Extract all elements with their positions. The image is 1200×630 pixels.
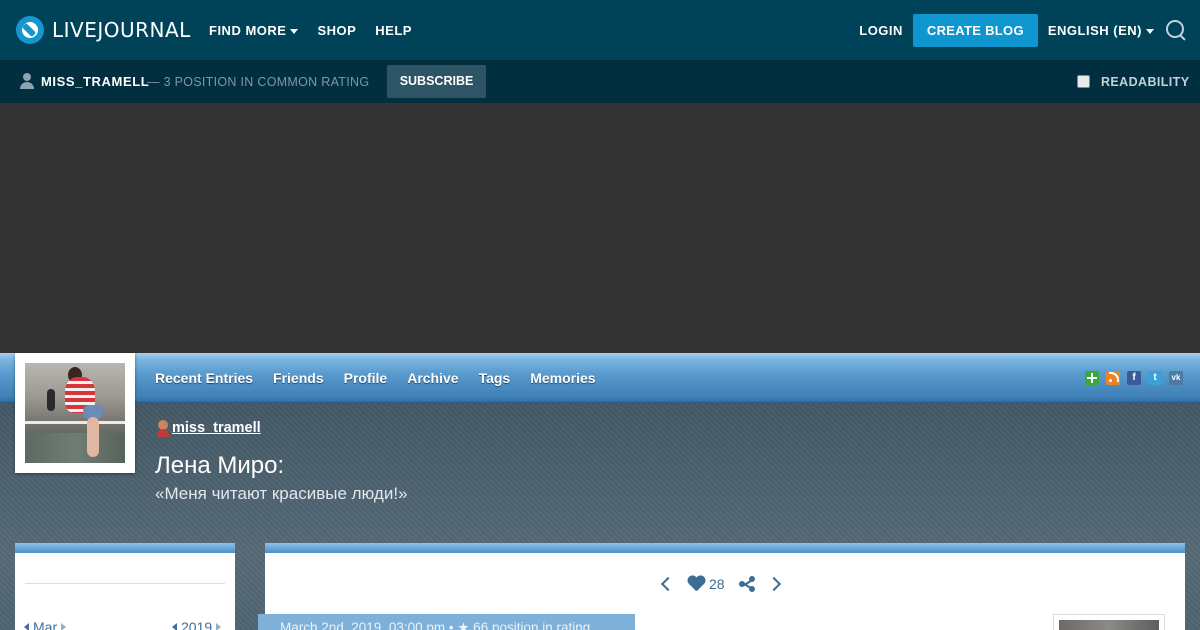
facebook-icon[interactable]: f xyxy=(1127,371,1141,385)
prev-month-icon[interactable] xyxy=(24,623,29,630)
next-month-icon[interactable] xyxy=(61,623,67,630)
sidebar-top-bar xyxy=(15,543,235,553)
next-entry-icon[interactable] xyxy=(766,576,781,592)
language-label: ENGLISH (EN) xyxy=(1047,22,1142,38)
livejournal-logo[interactable]: LIVEJOURNAL xyxy=(16,15,191,45)
journal-subtitle: «Меня читают красивые люди!» xyxy=(155,484,408,503)
nav-shop[interactable]: SHOP xyxy=(317,23,356,38)
user-tag[interactable]: miss_tramell xyxy=(155,419,261,437)
menu-archive[interactable]: Archive xyxy=(407,370,458,386)
menu-recent-entries[interactable]: Recent Entries xyxy=(155,370,253,386)
login-link[interactable]: LOGIN xyxy=(859,23,903,38)
journal-title: Лена Миро: xyxy=(155,452,285,479)
menu-profile[interactable]: Profile xyxy=(344,370,388,386)
thumbnail-image xyxy=(1059,620,1159,630)
language-selector[interactable]: ENGLISH (EN) xyxy=(1048,23,1154,38)
share-icon[interactable] xyxy=(738,576,755,592)
user-tag-name[interactable]: miss_tramell xyxy=(172,420,261,436)
chevron-down-icon xyxy=(290,28,299,34)
top-right-actions: LOGIN CREATE BLOG ENGLISH (EN) xyxy=(859,0,1200,60)
journal-subbar: MISS_TRAMELL — 3 POSITION IN COMMON RATI… xyxy=(0,60,1200,103)
entry-box: 28 March 2nd, 2019, 03:00 pm • ★ 66 posi… xyxy=(258,543,1185,630)
ad-banner-area xyxy=(0,103,1200,353)
like-button[interactable]: 28 xyxy=(687,576,725,592)
heart-icon xyxy=(687,576,705,592)
entry-meta-strip: March 2nd, 2019, 03:00 pm • ★ 66 positio… xyxy=(258,614,635,630)
create-blog-button[interactable]: CREATE BLOG xyxy=(912,13,1038,47)
nav-help[interactable]: HELP xyxy=(375,23,412,38)
previous-entry-icon[interactable] xyxy=(660,576,676,592)
calendar-month: Mar xyxy=(33,619,58,630)
journal-menu: Recent Entries Friends Profile Archive T… xyxy=(155,370,596,386)
entry-meta: March 2nd, 2019, 03:00 pm • ★ 66 positio… xyxy=(280,620,591,630)
menu-memories[interactable]: Memories xyxy=(530,370,595,386)
entry-top-bar xyxy=(265,543,1185,553)
user-head-icon xyxy=(155,419,171,437)
sidebar-calendar: Mar 2019 xyxy=(15,543,235,630)
nav-find-more-label: FIND MORE xyxy=(209,22,287,38)
main-nav: FIND MORE SHOP HELP xyxy=(209,0,412,60)
calendar-month-nav[interactable]: Mar xyxy=(24,619,67,630)
menu-friends[interactable]: Friends xyxy=(273,370,324,386)
top-navbar: LIVEJOURNAL FIND MORE SHOP HELP LOGIN CR… xyxy=(0,0,1200,60)
vk-icon[interactable]: vk xyxy=(1169,371,1183,385)
rss-icon[interactable] xyxy=(1106,371,1120,385)
readability-label[interactable]: READABILITY xyxy=(1101,75,1189,89)
livejournal-logo-icon xyxy=(16,16,44,44)
search-icon[interactable] xyxy=(1164,18,1188,42)
calendar-year: 2019 xyxy=(181,619,213,630)
entry-thumbnail[interactable] xyxy=(1053,614,1165,630)
journal-header: Recent Entries Friends Profile Archive T… xyxy=(0,353,1200,630)
calendar-year-nav[interactable]: 2019 xyxy=(172,619,222,630)
journal-username[interactable]: MISS_TRAMELL xyxy=(41,74,149,89)
chevron-down-icon xyxy=(1146,28,1154,34)
twitter-icon[interactable]: t xyxy=(1148,371,1162,385)
like-count: 28 xyxy=(709,576,725,592)
divider xyxy=(25,583,225,584)
common-rating-text: — 3 POSITION IN COMMON RATING xyxy=(147,75,370,89)
journal-menu-bar: Recent Entries Friends Profile Archive T… xyxy=(0,353,1200,403)
journal-avatar[interactable] xyxy=(15,353,135,473)
menu-tags[interactable]: Tags xyxy=(479,370,511,386)
subscribe-button[interactable]: SUBSCRIBE xyxy=(387,65,486,98)
next-year-icon[interactable] xyxy=(216,623,222,630)
prev-year-icon[interactable] xyxy=(172,623,177,630)
nav-find-more[interactable]: FIND MORE xyxy=(209,22,299,38)
entry-nav: 28 xyxy=(660,576,781,592)
user-icon xyxy=(20,73,34,89)
add-icon[interactable] xyxy=(1085,371,1099,385)
share-icons: f t vk xyxy=(1085,371,1183,385)
avatar-image xyxy=(25,363,125,463)
logo-text: LIVEJOURNAL xyxy=(52,18,191,42)
readability-checkbox[interactable] xyxy=(1077,75,1090,88)
